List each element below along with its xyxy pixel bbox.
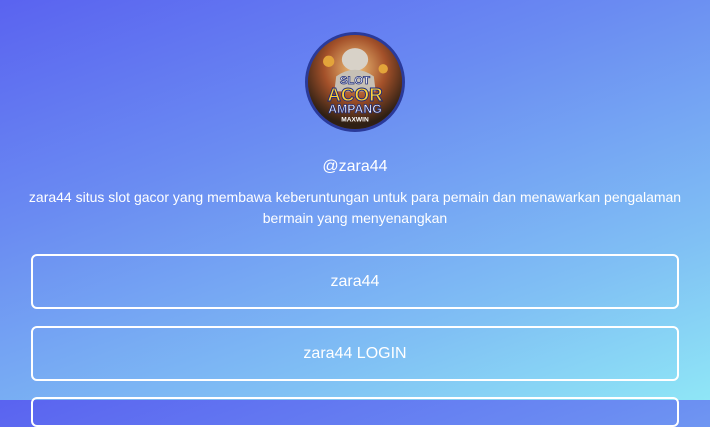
link-button-zara44[interactable]: zara44 [31,254,679,309]
link-button-partial[interactable] [31,397,679,427]
profile-bio: zara44 situs slot gacor yang membawa keb… [28,189,682,226]
profile-avatar: SLOT ACOR AMPANG MAXWIN [305,32,405,132]
link-button-label: zara44 LOGIN [303,344,407,362]
logo-text-maxwin: MAXWIN [341,116,369,123]
link-button-label: zara44 [330,272,380,290]
profile-handle: @zara44 [322,158,388,175]
logo-text-gampang: AMPANG [328,102,381,116]
link-button-zara44-login[interactable]: zara44 LOGIN [31,326,679,381]
slot-gacor-logo-icon: SLOT ACOR AMPANG MAXWIN [308,35,402,129]
